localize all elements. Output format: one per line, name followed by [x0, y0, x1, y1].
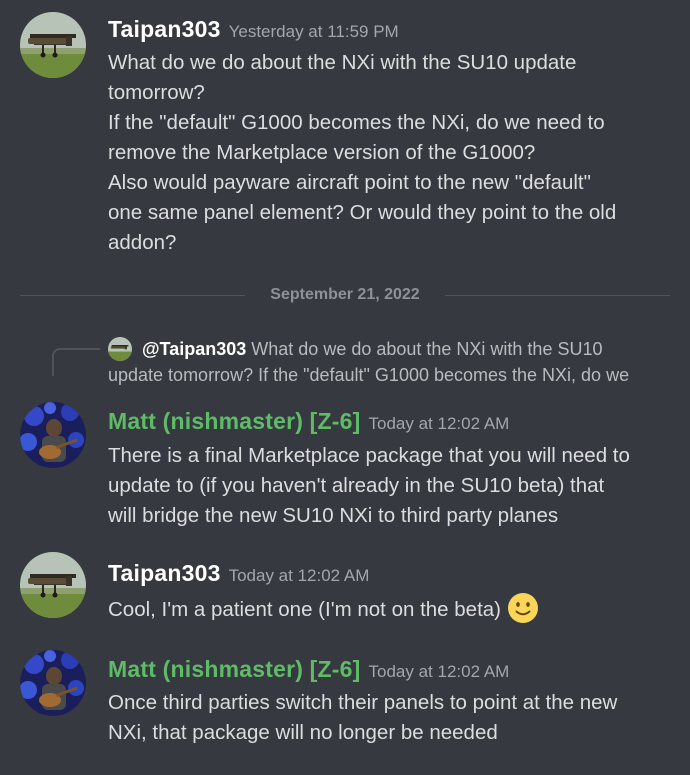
author-name[interactable]: Taipan303: [108, 16, 221, 42]
author-name[interactable]: Matt (nishmaster) [Z-6]: [108, 656, 361, 682]
avatar-taipan303[interactable]: [20, 12, 86, 78]
message-line: will bridge the new SU10 NXi to third pa…: [108, 504, 559, 527]
biplane-avatar-icon: [108, 337, 132, 361]
message-body: Once third parties switch their panels t…: [108, 688, 678, 748]
reply-preview[interactable]: @Taipan303 What do we do about the NXi w…: [0, 334, 690, 388]
message-timestamp: Today at 12:02 AM: [368, 662, 510, 681]
reply-mention[interactable]: @Taipan303: [142, 339, 246, 359]
message-line: update to (if you haven't already in the…: [108, 474, 605, 497]
message-timestamp: Today at 12:02 AM: [368, 414, 510, 433]
reply-spine: [52, 348, 100, 376]
message-line: Cool, I'm a patient one (I'm not on the …: [108, 598, 501, 621]
message-line: If the "default" G1000 becomes the NXi, …: [108, 111, 605, 134]
avatar-matt[interactable]: [20, 402, 86, 468]
message-line: Also would payware aircraft point to the…: [108, 171, 591, 194]
message-line: Once third parties switch their panels t…: [108, 691, 618, 714]
message-timestamp: Yesterday at 11:59 PM: [228, 22, 399, 41]
message-line: tomorrow?: [108, 81, 205, 104]
reply-avatar: [108, 337, 132, 361]
biplane-avatar-icon: [20, 552, 86, 618]
divider-date: September 21, 2022: [270, 286, 420, 303]
biplane-avatar-icon: [20, 12, 86, 78]
message-line: one same panel element? Or would they po…: [108, 201, 617, 224]
reply-preview-text: What do we do about the NXi with the SU1…: [251, 339, 603, 359]
message-body: What do we do about the NXi with the SU1…: [108, 48, 678, 258]
message-line: There is a final Marketplace package tha…: [108, 444, 630, 467]
message-body: Cool, I'm a patient one (I'm not on the …: [108, 592, 678, 625]
divider-rule-left: [20, 295, 245, 296]
message-line: What do we do about the NXi with the SU1…: [108, 51, 577, 74]
message-timestamp: Today at 12:02 AM: [228, 566, 370, 585]
reply-preview-text-cont: update tomorrow? If the "default" G1000 …: [108, 365, 630, 385]
message-line: addon?: [108, 231, 177, 254]
message-line: remove the Marketplace version of the G1…: [108, 141, 536, 164]
slightly-smiling-face-icon: [508, 593, 538, 623]
message-line: NXi, that package will no longer be need…: [108, 721, 498, 744]
message-body: There is a final Marketplace package tha…: [108, 441, 678, 531]
author-name[interactable]: Taipan303: [108, 560, 221, 586]
author-name[interactable]: Matt (nishmaster) [Z-6]: [108, 408, 361, 434]
avatar-matt[interactable]: [20, 650, 86, 716]
divider-rule-right: [445, 295, 670, 296]
chat-log: Taipan303 Yesterday at 11:59 PM What do w…: [0, 0, 690, 775]
guitarist-avatar-icon: [20, 650, 86, 716]
avatar-taipan303[interactable]: [20, 552, 86, 618]
date-divider: September 21, 2022: [20, 284, 670, 306]
guitarist-avatar-icon: [20, 402, 86, 468]
